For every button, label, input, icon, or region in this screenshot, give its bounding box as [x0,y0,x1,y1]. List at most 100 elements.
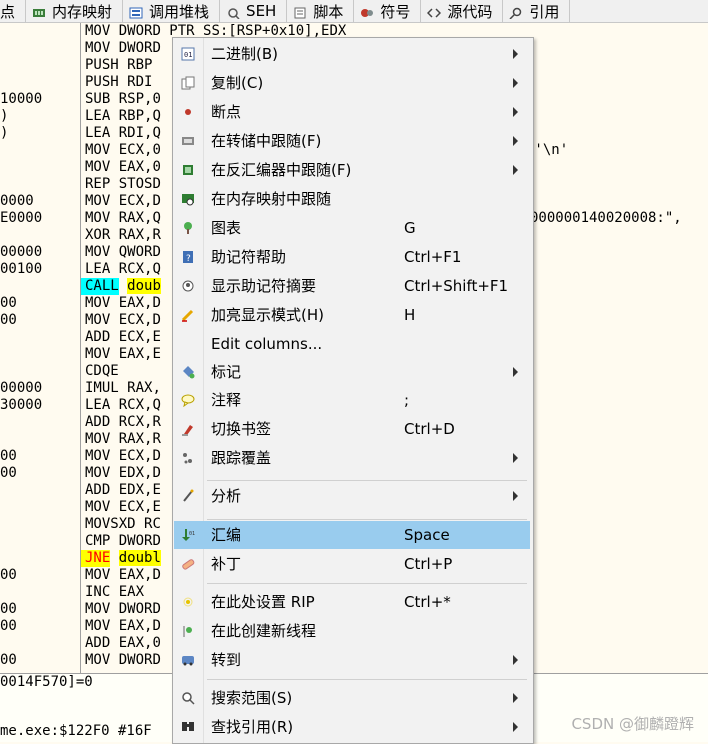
menu-item-shortcut: Ctrl+P [404,555,453,573]
menu-item-label[interactable]: 标记 [174,358,530,386]
tab-label: 调用堆栈 [149,2,210,21]
mnemonic: CMP [85,533,111,549]
menu-item-cpu[interactable]: 在反汇编器中跟随(F) [174,156,530,184]
tab-seh[interactable]: SEH [220,0,288,22]
menu-item-shortcut: G [404,219,416,237]
operands: ECX,E [118,329,161,345]
menu-item-binary[interactable]: 01 二进制(B) [174,40,530,68]
submenu-arrow-icon [513,136,518,146]
menu-item-set-rip[interactable]: 在此处设置 RIP Ctrl+* [174,588,530,616]
tab-script[interactable]: 脚本 [287,0,355,22]
mnemonic: JNE [81,550,111,567]
mnemonic: MOV [85,159,111,175]
mnemonic: MOV [85,142,111,158]
mnemonic: IMUL [85,380,119,396]
tab-breakpoints[interactable]: 点 [0,0,27,22]
menu-item-dump[interactable]: 在转储中跟随(F) [174,127,530,155]
menu-item-memory-map[interactable]: 在内存映射中跟随 [174,185,530,213]
mnemonic: INC [85,584,111,600]
callstack-icon [129,5,143,19]
menu-item-analysis[interactable]: 分析 [174,482,530,510]
mnemonic: MOVSXD [85,516,136,532]
menu-item-summary[interactable]: 显示助记符摘要 Ctrl+Shift+F1 [174,272,530,300]
comment-text: 000000140020008:", [530,210,682,226]
address-cell: 00000 [0,380,43,396]
menu-item-help[interactable]: ? 助记符帮助 Ctrl+F1 [174,243,530,271]
tab-symbols[interactable]: 符号 [354,0,422,22]
tab-bar: 点 内存映射 调用堆栈 SEH 脚本 符号 源代码 引用 [0,0,708,23]
menu-item-label: 标记 [211,363,242,381]
svg-text:01: 01 [189,531,195,537]
tab-call-stack[interactable]: 调用堆栈 [123,0,221,22]
menu-item-goto[interactable]: 转到 [174,646,530,674]
menu-item-copy[interactable]: 复制(C) [174,69,530,97]
mnemonic: MOV [85,295,111,311]
operands: EAX,D [118,567,161,583]
mnemonic: LEA [85,397,111,413]
tab-source[interactable]: 源代码 [421,0,504,22]
menu-item-graph[interactable]: 图表 G [174,214,530,242]
info-line: me.exe:$122F0 #16F [0,723,152,739]
menu-item-bookmark[interactable]: 切换书签 Ctrl+D [174,415,530,443]
mnemonic: PUSH [85,57,119,73]
address-cell: 00 [0,652,17,668]
menu-item-patch[interactable]: 补丁 Ctrl+P [174,550,530,578]
mnemonic: SUB [85,91,111,107]
mnemonic: MOV [85,652,111,668]
menu-item-assemble[interactable]: 01 汇编 Space [174,521,530,549]
address-cell: E0000 [0,210,43,226]
search-scope-icon [181,691,195,705]
operands: DWORD [118,533,161,549]
menu-item-edit-columns[interactable]: Edit columns... [174,330,530,358]
operands: RCX,Q [118,261,161,277]
menu-separator [207,679,527,680]
cpu-icon [181,163,195,177]
tab-memory-map[interactable]: 内存映射 [26,0,124,22]
menu-item-label: Edit columns... [211,335,323,353]
menu-item-breakpoint[interactable]: 断点 [174,98,530,126]
submenu-arrow-icon [513,453,518,463]
goto-icon [181,653,195,667]
menu-item-find-references[interactable]: 查找引用(R) [174,713,530,741]
search-icon [509,5,523,20]
menu-item-comment[interactable]: 注释; [174,386,530,414]
menu-item-shortcut: ; [404,391,410,409]
operands: EAX,0 [118,635,161,651]
menu-item-label: 分析 [211,487,242,505]
menu-item-label: 在转储中跟随(F) [211,132,322,150]
menu-item-label: 注释 [211,391,242,409]
submenu-arrow-icon [513,367,518,377]
operands: ECX,E [118,499,161,515]
menu-item-search-scope[interactable]: 搜索范围(S) [174,684,530,712]
menu-item-trace[interactable]: 跟踪覆盖 [174,444,530,472]
svg-text:01: 01 [184,51,192,59]
menu-item-shortcut: Ctrl+* [404,593,451,611]
address-cell: 00 [0,567,17,583]
menu-item-label: 转到 [211,651,242,669]
address-column: 10000)) 0000 E0000 00000 00100 00 00 00000 30000… [0,23,80,673]
tab-references[interactable]: 引用 [503,0,571,22]
menu-item-shortcut: Ctrl+D [404,420,455,438]
menu-item-highlight[interactable]: 加亮显示模式(H) H [174,301,530,329]
menu-item-label: 跟踪覆盖 [211,449,272,467]
menu-item-new-thread[interactable]: 在此创建新线程 [174,617,530,645]
copy-icon [181,76,195,90]
operands: RCX,Q [118,397,161,413]
menu-item-label: 查找引用(R) [211,718,294,736]
mnemonic: MOV [85,346,111,362]
symbol-icon [360,5,374,17]
operands: RDI,Q [118,125,161,141]
